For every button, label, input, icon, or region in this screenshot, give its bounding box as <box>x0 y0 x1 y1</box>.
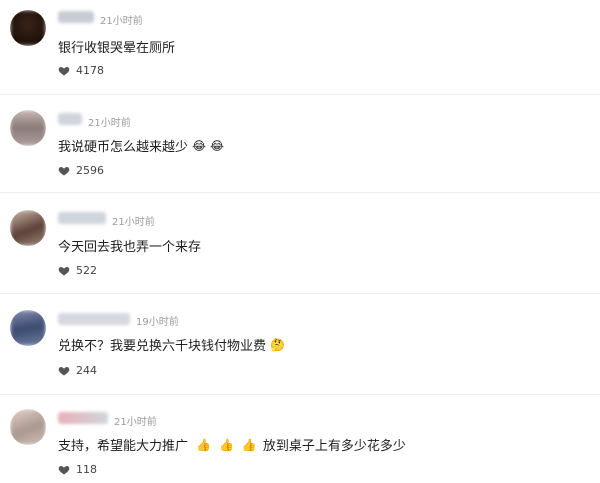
comment-text-content: 银行收银哭晕在厕所 <box>58 41 176 56</box>
comment-text-content: 我说硬币怎么越来越少 <box>58 140 189 155</box>
laughing-emoji: 😂 <box>192 138 207 153</box>
comment-text: 兑换不？我要兑换六千块钱付物业费 🤔 <box>58 335 285 355</box>
comment-time: 19小时前 <box>136 317 179 328</box>
avatar[interactable] <box>10 110 46 146</box>
avatar[interactable] <box>10 10 46 46</box>
comment-time: 21小时前 <box>88 118 131 129</box>
heart-icon <box>58 366 70 375</box>
username-blurred[interactable] <box>58 212 106 224</box>
divider <box>0 192 600 193</box>
thumbs-up-emoji: 👍 <box>241 437 257 452</box>
comment-text-content: 支持，希望能大力推广 <box>58 439 189 454</box>
heart-icon <box>58 465 70 474</box>
avatar[interactable] <box>10 409 46 445</box>
username-blurred[interactable] <box>58 412 108 424</box>
comment-text: 银行收银哭晕在厕所 <box>58 37 175 56</box>
comment-text-content-tail: 放到桌子上有多少花多少 <box>262 439 406 454</box>
comment-time: 21小时前 <box>100 16 143 27</box>
comment-text: 今天回去我也弄一个来存 <box>58 236 201 255</box>
divider <box>0 293 600 294</box>
thumbs-up-emoji: 👍 <box>218 437 234 452</box>
like-button[interactable]: 4178 <box>58 64 104 77</box>
thumbs-up-emoji: 👍 <box>196 437 211 452</box>
comment-item: 19小时前 兑换不？我要兑换六千块钱付物业费 🤔 244 <box>0 296 600 396</box>
username-blurred[interactable] <box>58 113 82 125</box>
avatar[interactable] <box>10 210 46 246</box>
comment-time: 21小时前 <box>114 417 157 428</box>
laughing-emoji: 😂 <box>210 138 225 153</box>
thinking-emoji: 🤔 <box>270 337 285 352</box>
username-blurred[interactable] <box>58 11 94 23</box>
like-count: 244 <box>76 364 97 377</box>
username-blurred[interactable] <box>58 313 130 325</box>
comment-item: 21小时前 银行收银哭晕在厕所 4178 <box>0 0 600 100</box>
comment-text: 支持，希望能大力推广 👍 👍 👍 放到桌子上有多少花多少 <box>58 435 406 455</box>
like-count: 118 <box>76 463 97 476</box>
divider <box>0 394 600 395</box>
comment-text: 我说硬币怎么越来越少 😂 😂 <box>58 136 225 156</box>
comment-item: 21小时前 今天回去我也弄一个来存 522 <box>0 196 600 296</box>
like-count: 2596 <box>76 164 104 177</box>
comment-time: 21小时前 <box>112 217 155 228</box>
like-count: 4178 <box>76 64 104 77</box>
avatar[interactable] <box>10 310 46 346</box>
like-button[interactable]: 244 <box>58 364 97 377</box>
heart-icon <box>58 66 70 75</box>
like-button[interactable]: 2596 <box>58 164 104 177</box>
comment-item: 21小时前 我说硬币怎么越来越少 😂 😂 2596 <box>0 95 600 195</box>
like-count: 522 <box>76 264 97 277</box>
like-button[interactable]: 118 <box>58 463 97 476</box>
comment-text-content: 兑换不？我要兑换六千块钱付物业费 <box>58 339 267 354</box>
comment-item: 21小时前 支持，希望能大力推广 👍 👍 👍 放到桌子上有多少花多少 118 <box>0 397 600 483</box>
comment-text-content: 今天回去我也弄一个来存 <box>58 240 202 255</box>
like-button[interactable]: 522 <box>58 264 97 277</box>
heart-icon <box>58 166 70 175</box>
heart-icon <box>58 266 70 275</box>
